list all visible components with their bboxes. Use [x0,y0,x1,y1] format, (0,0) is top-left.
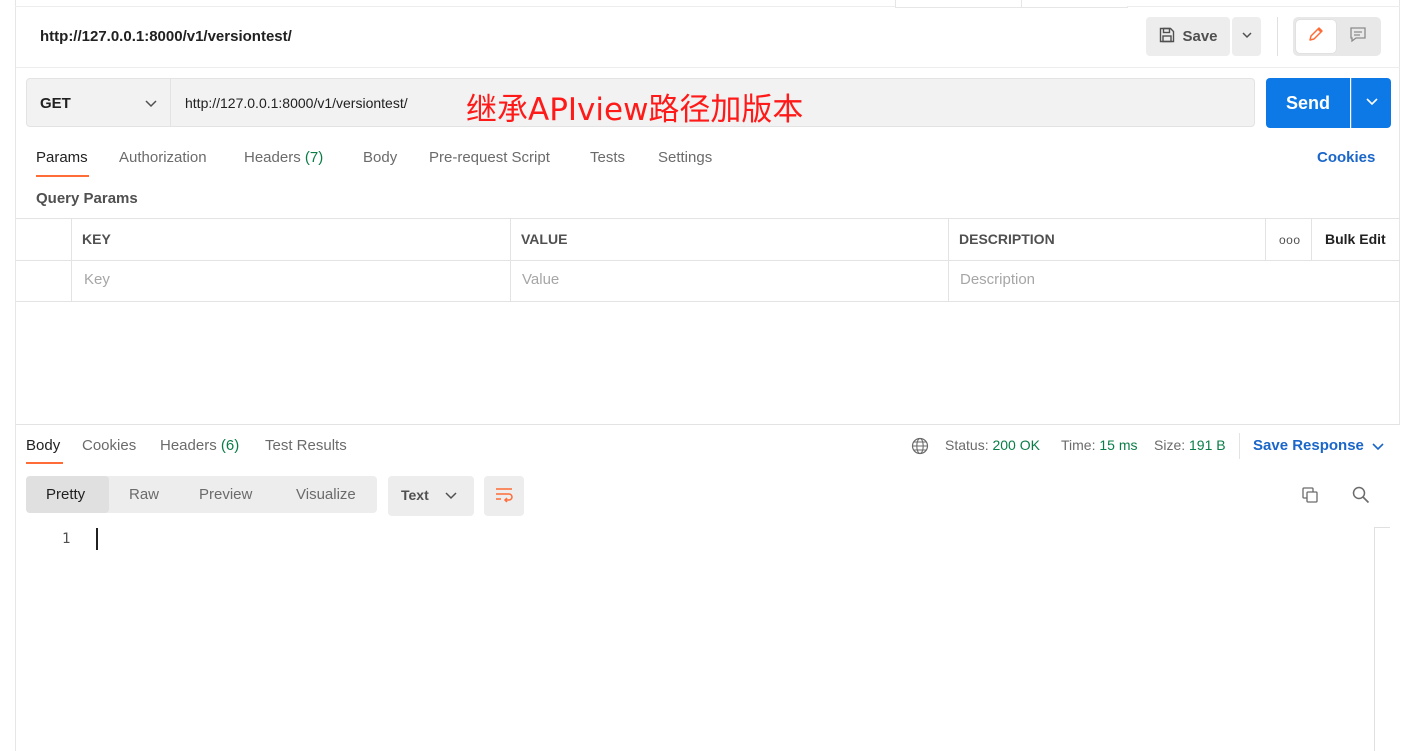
text-cursor [96,528,98,550]
table-border [16,301,1400,302]
chevron-down-icon[interactable] [1371,439,1385,458]
method-select[interactable]: GET [40,95,71,112]
search-icon[interactable] [1351,485,1371,510]
line-number: 1 [62,531,71,547]
column-divider [1265,218,1266,260]
response-divider[interactable] [16,424,1400,425]
wrap-lines-icon [494,485,514,508]
status-separator [1239,433,1240,459]
send-button[interactable]: Send [1266,78,1350,128]
column-header-value: VALUE [521,231,568,247]
copy-icon[interactable] [1300,485,1320,510]
request-title[interactable]: http://127.0.0.1:8000/v1/versiontest/ [40,28,292,45]
response-tab-headers[interactable]: Headers (6) [160,437,239,454]
table-border [16,260,1400,261]
cookies-link[interactable]: Cookies [1317,149,1375,166]
headers-count: (7) [304,149,324,166]
tab-params[interactable]: Params [36,149,88,166]
comments-mode-button[interactable] [1338,20,1378,53]
key-input[interactable]: Key [84,271,110,288]
edit-mode-button[interactable] [1296,20,1336,53]
tab-body[interactable]: Body [363,149,397,166]
description-input[interactable]: Description [960,271,1035,288]
annotation-text: 继承APIview路径加版本 [466,92,804,128]
tab-settings[interactable]: Settings [658,149,712,166]
save-button[interactable]: Save [1146,17,1230,56]
view-mode-visualize[interactable]: Visualize [296,486,356,503]
save-icon [1158,26,1176,48]
more-options-icon[interactable]: ooo [1279,233,1301,247]
time-readout[interactable]: Time: 15 ms [1061,437,1138,453]
status-value: 200 OK [992,437,1040,453]
top-tab-strip [895,0,1128,8]
tab-headers[interactable]: Headers (7) [244,149,323,166]
tab-tests[interactable]: Tests [590,149,625,166]
tab-authorization[interactable]: Authorization [119,149,207,166]
size-readout[interactable]: Size: 191 B [1154,437,1226,453]
top-divider [15,6,895,7]
view-mode-preview[interactable]: Preview [199,486,252,503]
status-readout[interactable]: Status: 200 OK [945,437,1040,453]
top-divider [1127,6,1400,7]
response-tab-body[interactable]: Body [26,437,60,454]
response-headers-count: (6) [220,437,240,454]
pencil-icon [1307,25,1325,48]
column-divider [1311,218,1312,260]
header-divider [16,67,1400,68]
chevron-down-icon [1241,28,1253,46]
response-tab-cookies[interactable]: Cookies [82,437,136,454]
column-divider [948,218,949,302]
column-divider [71,218,72,302]
response-tab-test-results[interactable]: Test Results [265,437,347,454]
save-label: Save [1182,28,1218,45]
active-tab-indicator [36,175,89,177]
editor-scrollbar[interactable] [1374,528,1375,751]
header-separator [1277,17,1278,56]
pane-right-border [1399,0,1400,425]
query-params-title: Query Params [36,190,138,207]
globe-icon[interactable] [911,437,929,460]
url-separator [170,79,171,126]
view-mode-pretty[interactable]: Pretty [46,486,85,503]
send-options-button[interactable] [1351,78,1391,128]
pane-left-border [15,0,16,751]
format-select-label: Text [401,487,429,503]
time-value: 15 ms [1099,437,1138,453]
bulk-edit-button[interactable]: Bulk Edit [1325,231,1386,247]
comment-icon [1349,25,1367,48]
save-response-button[interactable]: Save Response [1253,437,1364,454]
active-response-tab-indicator [26,462,63,464]
chevron-down-icon [444,488,458,507]
chevron-down-icon[interactable] [144,96,158,115]
save-options-button[interactable] [1232,17,1261,56]
size-value: 191 B [1189,437,1226,453]
value-input[interactable]: Value [522,271,559,288]
column-divider [510,218,511,302]
chevron-down-icon [1365,94,1379,113]
column-header-key: KEY [82,231,111,247]
view-mode-raw[interactable]: Raw [129,486,159,503]
table-border [16,218,1400,219]
tab-pre-request-script[interactable]: Pre-request Script [429,149,550,166]
editor-scrollbar-top [1374,527,1390,528]
column-header-description: DESCRIPTION [959,231,1055,247]
wrap-lines-button[interactable] [484,476,524,516]
url-input[interactable]: http://127.0.0.1:8000/v1/versiontest/ [185,95,408,111]
